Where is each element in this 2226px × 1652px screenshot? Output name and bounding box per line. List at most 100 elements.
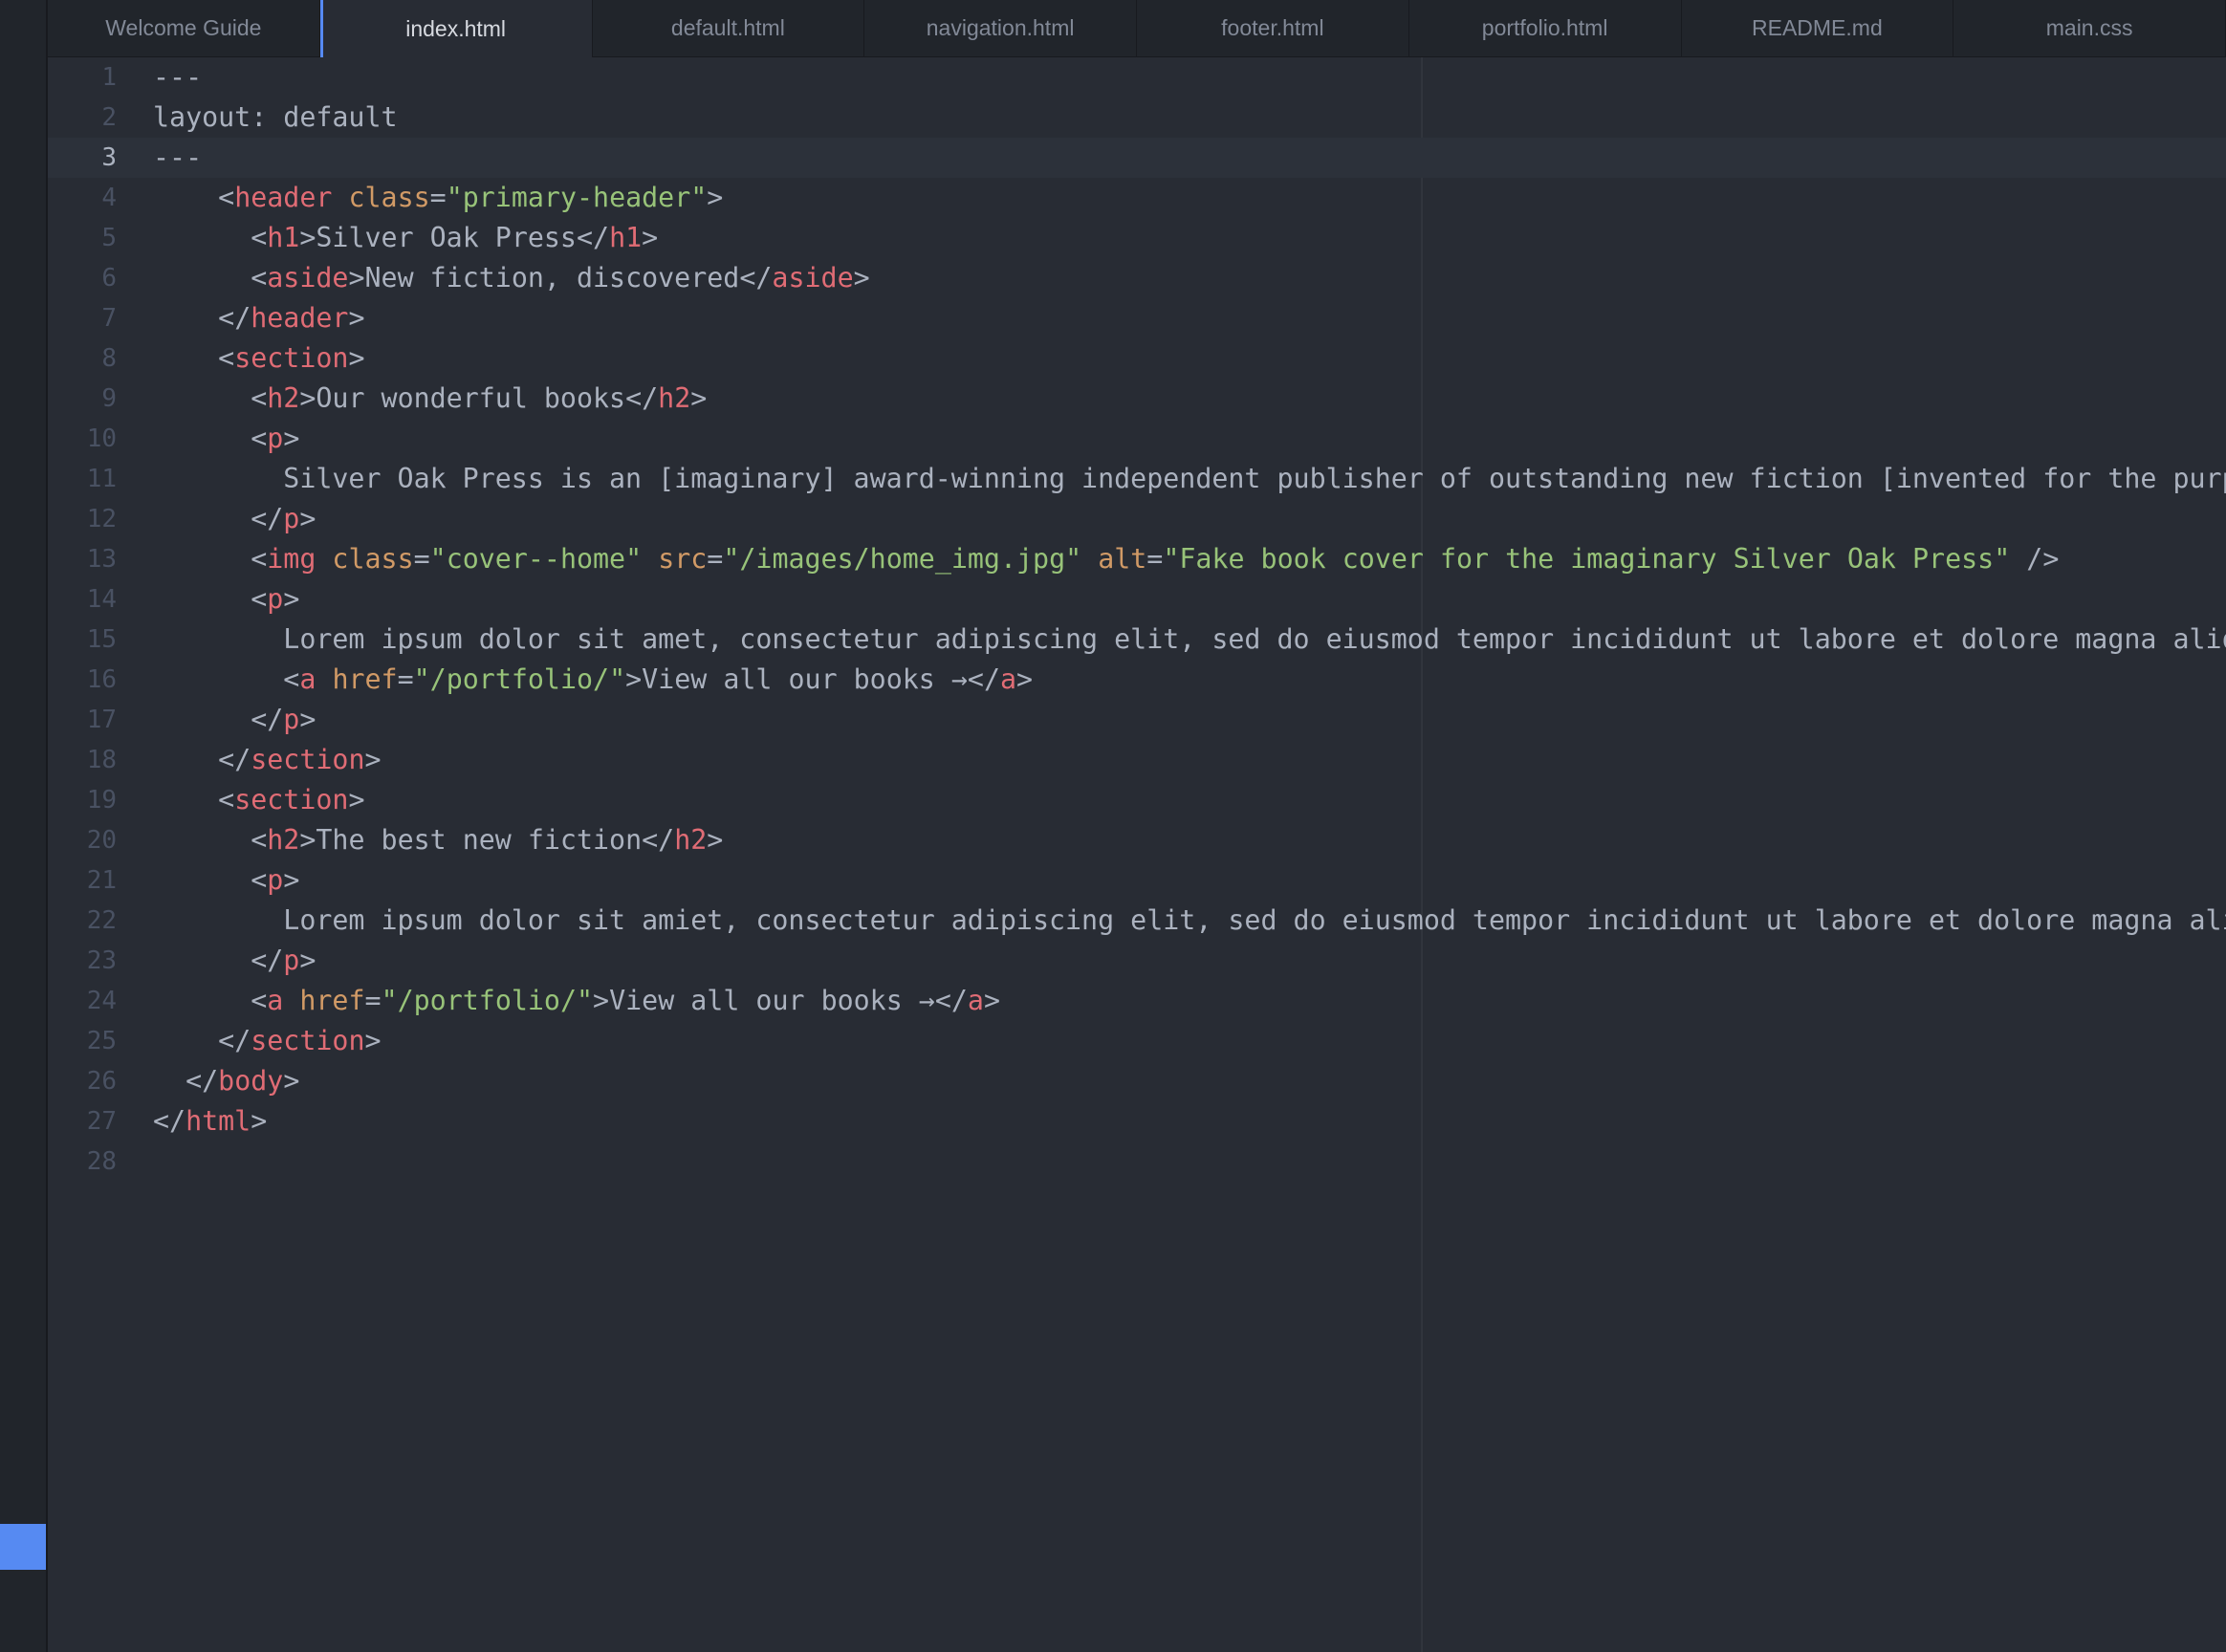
code-line[interactable]: 13 <img class="cover--home" src="/images…	[48, 539, 2226, 579]
token-tag: h2	[267, 382, 300, 414]
code-line[interactable]: 23 </p>	[48, 941, 2226, 981]
line-number[interactable]: 17	[48, 700, 117, 740]
code-text[interactable]: Lorem ipsum dolor sit amiet, consectetur…	[117, 901, 2226, 941]
code-line[interactable]: 25 </section>	[48, 1021, 2226, 1061]
code-text[interactable]: </p>	[117, 499, 316, 539]
line-number[interactable]: 1	[48, 57, 117, 98]
code-text[interactable]: Silver Oak Press is an [imaginary] award…	[117, 459, 2226, 499]
dock-toggle-marker[interactable]	[0, 1524, 46, 1570]
tab-welcome-guide[interactable]: Welcome Guide	[48, 0, 320, 56]
code-text[interactable]: <aside>New fiction, discovered</aside>	[117, 258, 869, 298]
code-line[interactable]: 1 ---	[48, 57, 2226, 98]
code-text[interactable]: <h2>Our wonderful books</h2>	[117, 379, 707, 419]
code-text[interactable]: </section>	[117, 740, 381, 780]
code-line[interactable]: 24 <a href="/portfolio/">View all our bo…	[48, 981, 2226, 1021]
line-number[interactable]: 9	[48, 379, 117, 419]
code-text[interactable]: </p>	[117, 700, 316, 740]
line-number[interactable]: 21	[48, 860, 117, 901]
code-editor[interactable]: 1 --- 2 layout: default 3 --- 4 <header class=…	[48, 57, 2226, 1652]
line-number[interactable]: 10	[48, 419, 117, 459]
code-line[interactable]: 2 layout: default	[48, 98, 2226, 138]
code-line[interactable]: 19 <section>	[48, 780, 2226, 820]
code-text[interactable]: <p>	[117, 579, 299, 620]
token-punct: >	[283, 583, 300, 615]
code-line[interactable]: 12 </p>	[48, 499, 2226, 539]
code-text[interactable]: ---	[117, 57, 202, 98]
code-line[interactable]: 5 <h1>Silver Oak Press</h1>	[48, 218, 2226, 258]
line-number[interactable]: 16	[48, 660, 117, 700]
code-line[interactable]: 20 <h2>The best new fiction</h2>	[48, 820, 2226, 860]
line-number[interactable]: 5	[48, 218, 117, 258]
tab-navigation-html[interactable]: navigation.html	[864, 0, 1137, 56]
code-line[interactable]: 27 </html>	[48, 1101, 2226, 1141]
code-text[interactable]: </html>	[117, 1101, 267, 1141]
code-text[interactable]: <img class="cover--home" src="/images/ho…	[117, 539, 2059, 579]
code-text[interactable]: ---	[117, 138, 202, 178]
code-line[interactable]: 21 <p>	[48, 860, 2226, 901]
code-text[interactable]: <p>	[117, 419, 299, 459]
code-text[interactable]: <section>	[117, 780, 364, 820]
tab-portfolio-html[interactable]: portfolio.html	[1409, 0, 1682, 56]
line-number[interactable]: 20	[48, 820, 117, 860]
line-number[interactable]: 11	[48, 459, 117, 499]
tab-index-html[interactable]: index.html	[319, 0, 593, 57]
code-text[interactable]: <h1>Silver Oak Press</h1>	[117, 218, 658, 258]
code-line[interactable]: 11 Silver Oak Press is an [imaginary] aw…	[48, 459, 2226, 499]
code-line[interactable]: 10 <p>	[48, 419, 2226, 459]
code-line[interactable]: 28	[48, 1141, 2226, 1182]
line-number[interactable]: 13	[48, 539, 117, 579]
code-text[interactable]: Lorem ipsum dolor sit amet, consectetur …	[117, 620, 2226, 660]
line-number[interactable]: 8	[48, 338, 117, 379]
line-number[interactable]: 18	[48, 740, 117, 780]
code-text[interactable]: <header class="primary-header">	[117, 178, 723, 218]
code-text[interactable]: <section>	[117, 338, 364, 379]
code-line[interactable]: 4 <header class="primary-header">	[48, 178, 2226, 218]
code-line[interactable]: 26 </body>	[48, 1061, 2226, 1101]
line-number[interactable]: 26	[48, 1061, 117, 1101]
line-number[interactable]: 24	[48, 981, 117, 1021]
tab-footer-html[interactable]: footer.html	[1137, 0, 1409, 56]
code-line[interactable]: 17 </p>	[48, 700, 2226, 740]
line-number[interactable]: 4	[48, 178, 117, 218]
code-text[interactable]	[117, 1141, 153, 1182]
line-number[interactable]: 22	[48, 901, 117, 941]
line-number[interactable]: 15	[48, 620, 117, 660]
code-text[interactable]: <a href="/portfolio/">View all our books…	[117, 981, 1000, 1021]
code-text[interactable]: </p>	[117, 941, 316, 981]
line-number[interactable]: 3	[48, 138, 117, 178]
line-number[interactable]: 14	[48, 579, 117, 620]
code-line[interactable]: 15 Lorem ipsum dolor sit amet, consectet…	[48, 620, 2226, 660]
code-line[interactable]: 3 ---	[48, 138, 2226, 178]
code-line[interactable]: 6 <aside>New fiction, discovered</aside>	[48, 258, 2226, 298]
code-line[interactable]: 8 <section>	[48, 338, 2226, 379]
line-number[interactable]: 25	[48, 1021, 117, 1061]
token-text: Lorem ipsum dolor sit amiet, consectetur…	[153, 904, 2226, 936]
code-line[interactable]: 7 </header>	[48, 298, 2226, 338]
code-text[interactable]: </body>	[117, 1061, 299, 1101]
code-line[interactable]: 18 </section>	[48, 740, 2226, 780]
code-text[interactable]: </header>	[117, 298, 364, 338]
code-lines[interactable]: 1 --- 2 layout: default 3 --- 4 <header class=…	[48, 57, 2226, 1182]
code-line[interactable]: 22 Lorem ipsum dolor sit amiet, consecte…	[48, 901, 2226, 941]
tab-main-css[interactable]: main.css	[1953, 0, 2226, 56]
line-number[interactable]: 28	[48, 1141, 117, 1182]
code-line[interactable]: 9 <h2>Our wonderful books</h2>	[48, 379, 2226, 419]
line-number[interactable]: 27	[48, 1101, 117, 1141]
code-text[interactable]: <p>	[117, 860, 299, 901]
line-number[interactable]: 19	[48, 780, 117, 820]
tab-default-html[interactable]: default.html	[593, 0, 865, 56]
code-text[interactable]: <h2>The best new fiction</h2>	[117, 820, 723, 860]
line-number[interactable]: 23	[48, 941, 117, 981]
line-number[interactable]: 2	[48, 98, 117, 138]
code-line[interactable]: 16 <a href="/portfolio/">View all our bo…	[48, 660, 2226, 700]
tab-label: navigation.html	[926, 15, 1075, 40]
line-number[interactable]: 6	[48, 258, 117, 298]
line-number[interactable]: 12	[48, 499, 117, 539]
code-text[interactable]: <a href="/portfolio/">View all our books…	[117, 660, 1033, 700]
code-text[interactable]: layout: default	[117, 98, 398, 138]
code-text[interactable]: </section>	[117, 1021, 381, 1061]
tab-readme-md[interactable]: README.md	[1682, 0, 1954, 56]
code-line[interactable]: 14 <p>	[48, 579, 2226, 620]
line-number[interactable]: 7	[48, 298, 117, 338]
